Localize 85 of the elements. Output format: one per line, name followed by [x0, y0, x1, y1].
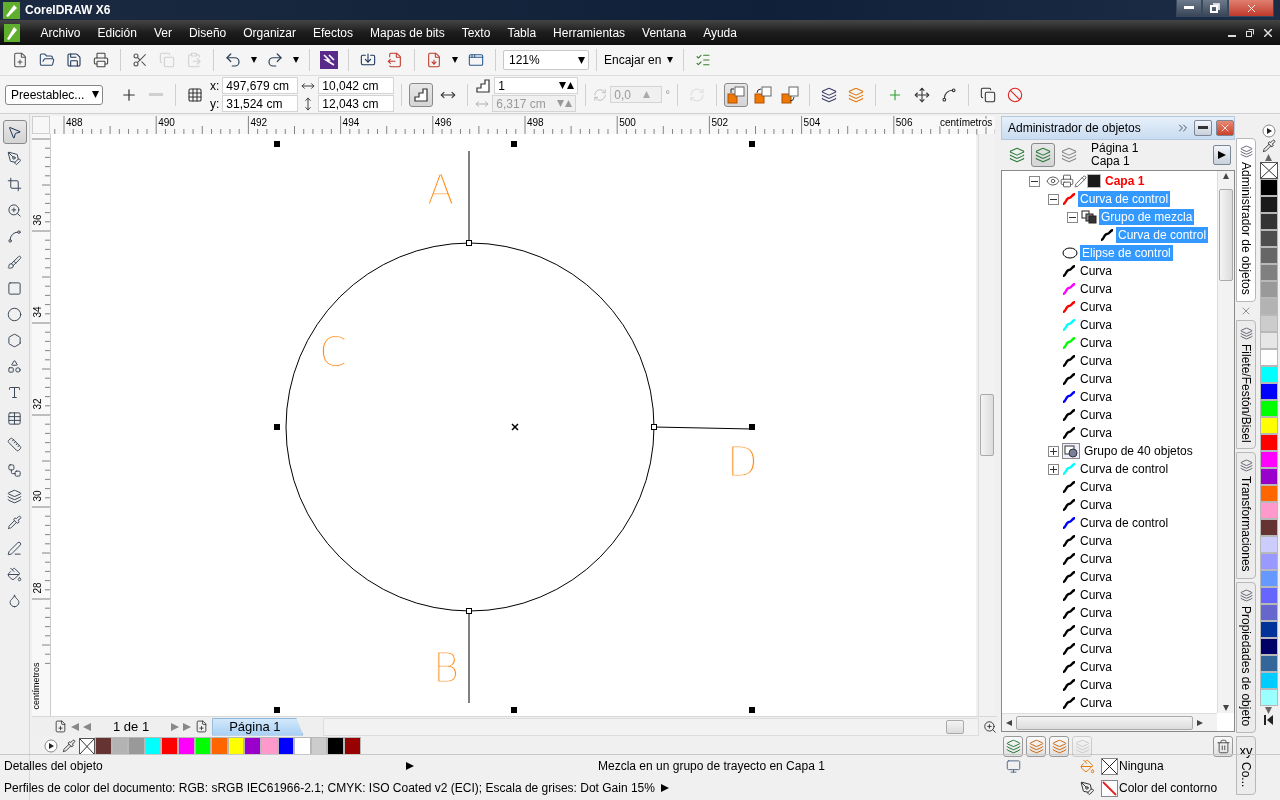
tree-item[interactable]: Curva — [1078, 659, 1114, 675]
ruler-label: 506 — [895, 117, 913, 128]
menu-item[interactable]: Ayuda — [694, 20, 746, 45]
tree-item[interactable]: Curva — [1078, 389, 1114, 405]
menu-item[interactable]: Ventana — [633, 20, 695, 45]
tree-item[interactable]: Curva de control — [1078, 461, 1171, 477]
tree-item[interactable]: Curva — [1078, 479, 1114, 495]
tree-item[interactable]: Curva — [1078, 605, 1114, 621]
ruler-label: 494 — [342, 117, 360, 128]
tree-item[interactable]: Curva — [1078, 695, 1114, 711]
tree-item[interactable]: Curva — [1078, 587, 1114, 603]
menu-item[interactable]: Ver — [145, 20, 181, 45]
steps-field[interactable]: 1 — [494, 77, 579, 94]
handwritten-letter: C — [319, 329, 347, 375]
y-position-field[interactable]: 31,524 cm — [222, 95, 299, 112]
ruler-label: 32 — [32, 398, 43, 410]
ruler-label: 34 — [32, 306, 43, 318]
ruler-unit: centímetros — [32, 662, 41, 710]
status-text: Perfiles de color del documento: RGB: sRGB IEC61966-2.1; CMYK: ISO Coated v2 (ECI); Escala de grises: Dot Gain 15% — [4, 781, 655, 795]
preset-dropdown[interactable]: Preestablec... — [5, 84, 103, 105]
ruler-label: 36 — [32, 214, 43, 226]
tree-item[interactable]: Grupo de 40 objetos — [1082, 443, 1195, 459]
page-tab[interactable]: Página 1 — [212, 717, 304, 736]
tree-item[interactable]: Curva — [1078, 569, 1114, 585]
ruler-label: 490 — [158, 117, 175, 128]
ruler-label: 500 — [619, 117, 636, 128]
menu-item[interactable]: Mapas de bits — [361, 20, 454, 45]
menu-item[interactable]: Texto — [453, 20, 499, 45]
degree-unit: ° — [665, 87, 671, 102]
ruler-label: 496 — [434, 117, 452, 128]
tree-item[interactable]: Curva — [1078, 551, 1114, 567]
tree-item[interactable]: Capa 1 — [1103, 173, 1147, 189]
zoom-level-dropdown[interactable]: 121% — [503, 50, 589, 70]
ruler-label: 492 — [250, 117, 268, 128]
fill-status: Ninguna — [1119, 759, 1164, 773]
ruler-label: 28 — [32, 582, 43, 594]
page-name: Página 1 — [1091, 142, 1140, 155]
docker-tab[interactable]: Administrador de objetos — [1236, 138, 1256, 302]
handwritten-letter: B — [433, 645, 460, 691]
tree-item[interactable]: Curva de control — [1078, 515, 1171, 531]
layer-name: Capa 1 — [1091, 155, 1131, 168]
tree-item[interactable]: Curva — [1078, 641, 1114, 657]
docker-title: Administrador de objetos — [1008, 121, 1142, 135]
outline-status: Color del contorno — [1119, 781, 1218, 795]
menu-item[interactable]: Archivo — [32, 20, 89, 45]
x-label: x: — [210, 78, 220, 93]
ruler-label: 30 — [32, 490, 43, 502]
menu-item[interactable]: Efectos — [304, 20, 362, 45]
handwritten-letter: A — [427, 167, 455, 213]
ruler-unit: centímetros — [940, 117, 993, 128]
ruler-label: 498 — [527, 117, 544, 128]
ruler-label: 504 — [803, 117, 821, 128]
menu-item[interactable]: Edición — [89, 20, 146, 45]
tree-item[interactable]: Curva — [1078, 497, 1114, 513]
x-position-field[interactable]: 497,679 cm — [222, 77, 299, 94]
window-title: CorelDRAW X6 — [25, 3, 112, 17]
docker-tab[interactable]: Propiedades de objeto — [1236, 582, 1256, 734]
tree-item[interactable]: Curva — [1078, 263, 1114, 279]
snap-to-dropdown[interactable]: Encajar en — [604, 53, 662, 67]
tree-item[interactable]: Curva — [1078, 533, 1114, 549]
tree-item[interactable]: Curva — [1078, 299, 1114, 315]
tree-item[interactable]: Curva — [1078, 371, 1114, 387]
tree-item[interactable]: Curva — [1078, 353, 1114, 369]
tree-item[interactable]: Curva — [1078, 425, 1114, 441]
docker-tab[interactable]: Filete/Festón/Bisel — [1236, 319, 1256, 450]
tree-item[interactable]: Curva — [1078, 407, 1114, 423]
tree-item[interactable]: Curva — [1078, 281, 1114, 297]
menu-item[interactable]: Herramientas — [544, 20, 634, 45]
tree-item[interactable]: Curva — [1078, 335, 1114, 351]
ruler-label: 488 — [66, 117, 83, 128]
tree-item[interactable]: Curva — [1078, 317, 1114, 333]
status-text: Detalles del objeto — [4, 759, 104, 773]
status-text: Mezcla en un grupo de trayecto en Capa 1 — [598, 759, 825, 773]
height-field[interactable]: 12,043 cm — [318, 95, 395, 112]
menu-item[interactable]: Diseño — [180, 20, 235, 45]
docker-tab[interactable]: Transformaciones — [1236, 452, 1256, 580]
page-counter: 1 de 1 — [113, 719, 150, 734]
tree-item[interactable]: Curva — [1078, 677, 1114, 693]
menu-item[interactable]: Tabla — [498, 20, 545, 45]
ruler-label: 502 — [711, 117, 729, 128]
handwritten-letter: D — [727, 439, 758, 485]
y-label: y: — [210, 96, 220, 111]
menu-item[interactable]: Organizar — [234, 20, 305, 45]
tree-item[interactable]: Curva — [1078, 623, 1114, 639]
width-field[interactable]: 10,042 cm — [318, 77, 395, 94]
